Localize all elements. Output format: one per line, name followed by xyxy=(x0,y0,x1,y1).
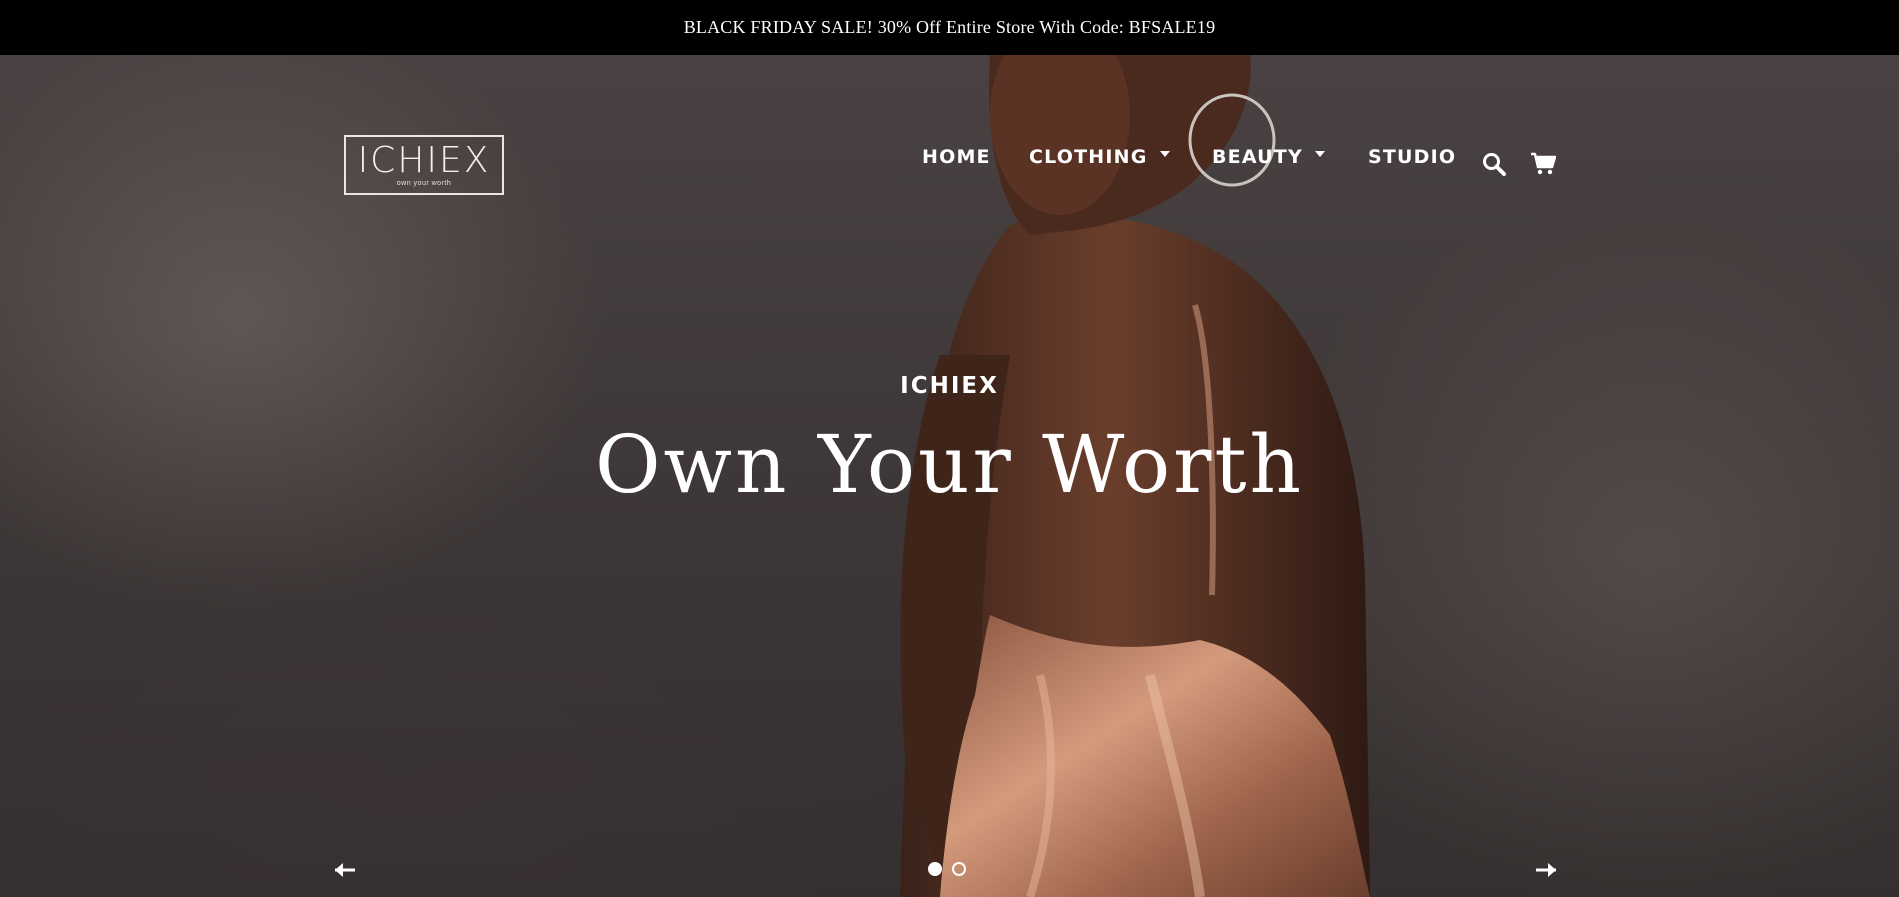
hero-slideshow: ICHIEX own your worth HOME CLOTHING BEAU… xyxy=(0,55,1899,897)
slide-dot-2[interactable] xyxy=(952,862,966,876)
nav-item-clothing[interactable]: CLOTHING xyxy=(1029,146,1170,168)
logo-wordmark: ICHIEX xyxy=(357,140,491,181)
caret-down-icon xyxy=(1159,151,1170,157)
caret-down-icon xyxy=(1314,151,1325,157)
search-icon xyxy=(1483,153,1506,176)
announcement-text: BLACK FRIDAY SALE! 30% Off Entire Store … xyxy=(683,17,1216,37)
arrow-left-icon xyxy=(335,863,355,877)
slide-dot-1[interactable] xyxy=(928,862,942,876)
announcement-bar: BLACK FRIDAY SALE! 30% Off Entire Store … xyxy=(0,0,1899,55)
slide-indicators xyxy=(928,862,966,876)
hero-heading: Own Your Worth xyxy=(594,418,1305,511)
logo[interactable]: ICHIEX own your worth xyxy=(344,135,504,195)
next-slide-button[interactable] xyxy=(1532,860,1558,880)
nav-item-label: BEAUTY xyxy=(1212,146,1303,168)
nav-item-beauty[interactable]: BEAUTY xyxy=(1212,146,1325,168)
search-button[interactable] xyxy=(1482,152,1506,181)
cart-icon xyxy=(1531,152,1557,175)
previous-slide-button[interactable] xyxy=(333,860,359,880)
nav-item-label: HOME xyxy=(922,146,991,168)
hero-subheading: ICHIEX xyxy=(900,373,999,399)
logo-tagline: own your worth xyxy=(396,180,452,187)
nav-item-home[interactable]: HOME xyxy=(922,146,991,168)
nav-item-label: STUDIO xyxy=(1368,146,1457,168)
nav-item-label: CLOTHING xyxy=(1029,146,1148,168)
arrow-right-icon xyxy=(1536,863,1556,877)
cart-button[interactable] xyxy=(1530,152,1557,181)
nav-item-studio[interactable]: STUDIO xyxy=(1368,146,1456,168)
